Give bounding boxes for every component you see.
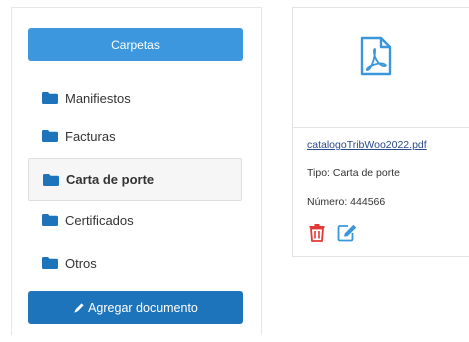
sidebar-item-label: Facturas xyxy=(65,128,116,144)
sidebar-item-label: Otros xyxy=(65,255,97,271)
add-document-label: Agregar documento xyxy=(88,300,198,315)
folder-icon xyxy=(42,257,58,269)
file-name-link[interactable]: catalogoTribWoo2022.pdf xyxy=(307,139,427,151)
edit-icon[interactable] xyxy=(337,223,358,247)
folder-icon xyxy=(42,130,58,142)
folder-icon xyxy=(42,214,58,226)
sidebar-item-label: Manifiestos xyxy=(65,90,131,106)
folders-header-label: Carpetas xyxy=(111,37,160,52)
sidebar-item-manifiestos[interactable]: Manifiestos xyxy=(28,78,242,118)
sidebar-item-carta-de-porte[interactable]: Carta de porte xyxy=(28,158,242,201)
pdf-file-icon[interactable] xyxy=(360,36,392,76)
document-number: Número: 444566 xyxy=(307,196,386,208)
document-type: Tipo: Carta de porte xyxy=(307,167,400,179)
sidebar-item-facturas[interactable]: Facturas xyxy=(28,116,242,156)
folders-header-button[interactable]: Carpetas xyxy=(28,28,243,61)
sidebar-item-certificados[interactable]: Certificados xyxy=(28,200,242,240)
folder-icon xyxy=(43,173,59,186)
trash-icon[interactable] xyxy=(308,223,326,247)
folders-sidebar: Carpetas Manifiestos Facturas Carta de p… xyxy=(11,7,262,335)
sidebar-item-label: Certificados xyxy=(65,212,134,228)
sidebar-item-otros[interactable]: Otros xyxy=(28,243,242,283)
sidebar-item-label: Carta de porte xyxy=(66,172,155,187)
add-document-button[interactable]: Agregar documento xyxy=(28,291,243,324)
document-preview xyxy=(293,8,469,128)
pencil-icon xyxy=(73,302,85,314)
folder-icon xyxy=(42,92,58,104)
document-card: catalogoTribWoo2022.pdf Tipo: Carta de p… xyxy=(292,7,469,257)
